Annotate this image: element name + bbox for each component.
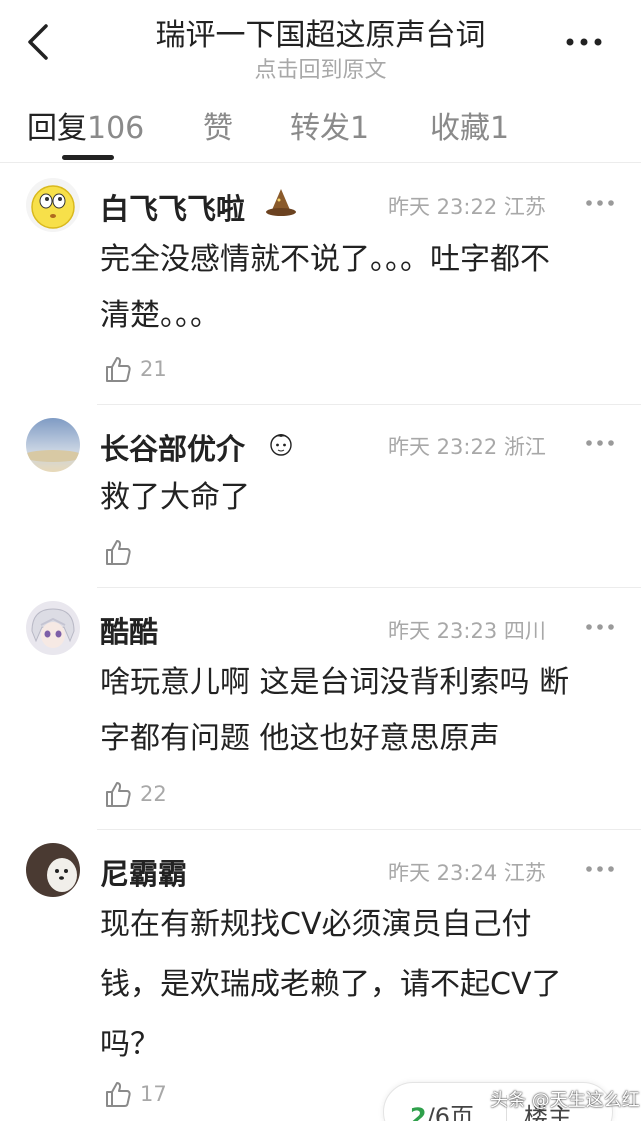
avatar[interactable] (26, 843, 80, 897)
comment-line: 现在有新规找CV必须演员自己付 (100, 907, 532, 942)
active-tab-indicator (62, 155, 114, 160)
comment-divider (97, 587, 641, 588)
comment-line: 救了大命了 (100, 480, 250, 515)
comment-more-icon[interactable] (584, 197, 616, 209)
like-button[interactable]: 17 (104, 1080, 174, 1110)
username[interactable]: 尼霸霸 (100, 851, 187, 893)
thumbs-up-icon (106, 1082, 131, 1107)
tab-likes-label: 赞 (203, 111, 233, 146)
username[interactable]: 长谷部优介 (100, 426, 245, 468)
more-options-icon[interactable] (560, 30, 608, 54)
comment-line: 吗？ (100, 1027, 160, 1062)
comment-text: 现在有新规找CV必须演员自己付 钱，是欢瑞成老赖了，请不起CV了 吗？ (100, 895, 620, 1075)
like-count: 22 (140, 782, 167, 806)
like-button[interactable]: 21 (104, 355, 174, 385)
avatar[interactable] (26, 418, 80, 472)
wizard-hat-icon (266, 189, 296, 216)
post-title[interactable]: 瑞评一下国超这原声台词 (0, 10, 641, 54)
like-button[interactable] (104, 538, 144, 568)
avatar[interactable] (26, 601, 80, 655)
like-count: 21 (140, 357, 167, 381)
back-to-original-link[interactable]: 点击回到原文 (0, 52, 641, 84)
like-button[interactable]: 22 (104, 780, 174, 810)
comment-timestamp: 昨天 23:22 江苏 (388, 195, 546, 219)
comment-line: 啥玩意儿啊 这是台词没背利索吗 断 (100, 665, 570, 700)
tab-likes[interactable]: 赞 (203, 103, 233, 147)
comment-more-icon[interactable] (584, 621, 616, 633)
comment-divider (97, 829, 641, 830)
thumbs-up-icon (106, 357, 131, 382)
comment-text: 完全没感情就不说了。。。吐字都不 清楚。。。 (100, 232, 620, 344)
tab-favorites-label: 收藏 (430, 111, 490, 146)
tab-replies[interactable]: 回复106 (27, 103, 144, 147)
tab-replies-count: 106 (87, 111, 145, 146)
thumbs-up-icon (106, 782, 131, 807)
thumbs-up-icon (106, 540, 131, 565)
total-pages: /6页 (426, 1103, 475, 1121)
comment-more-icon[interactable] (584, 863, 616, 875)
comment-timestamp: 昨天 23:22 浙江 (388, 435, 546, 459)
comment-text: 救了大命了 (100, 470, 620, 526)
username[interactable]: 白飞飞飞啦 (100, 186, 245, 228)
like-count: 17 (140, 1082, 167, 1106)
tab-favorites-count: 1 (490, 111, 510, 146)
avatar[interactable] (26, 178, 80, 232)
comment-line: 清楚。。。 (100, 298, 220, 333)
comment-more-icon[interactable] (584, 437, 616, 449)
tab-reposts[interactable]: 转发1 (290, 103, 369, 147)
comment-timestamp: 昨天 23:23 四川 (388, 619, 546, 643)
tab-bar: 回复106 赞 转发1 收藏1 (0, 95, 641, 165)
tab-reposts-count: 1 (350, 111, 370, 146)
comment-divider (97, 404, 641, 405)
cartoon-avatar-icon (270, 434, 292, 456)
tab-favorites[interactable]: 收藏1 (430, 103, 509, 147)
comment-text: 啥玩意儿啊 这是台词没背利索吗 断 字都有问题 他这也好意思原声 (100, 655, 620, 767)
tab-reposts-label: 转发 (290, 111, 350, 146)
tabs-divider (0, 162, 641, 163)
comment-line: 完全没感情就不说了。。。吐字都不 (100, 242, 550, 277)
comment-line: 字都有问题 他这也好意思原声 (100, 721, 500, 756)
tab-replies-label: 回复 (27, 111, 87, 146)
watermark: 头条 @天生这么红 (490, 1090, 640, 1111)
current-page: 2 (410, 1103, 427, 1121)
comment-line: 钱，是欢瑞成老赖了，请不起CV了 (100, 967, 562, 1002)
top-bar: 瑞评一下国超这原声台词 点击回到原文 (0, 0, 641, 90)
page-indicator[interactable]: 2/6页 (410, 1097, 474, 1121)
username[interactable]: 酷酷 (100, 609, 158, 651)
comment-timestamp: 昨天 23:24 江苏 (388, 861, 546, 885)
